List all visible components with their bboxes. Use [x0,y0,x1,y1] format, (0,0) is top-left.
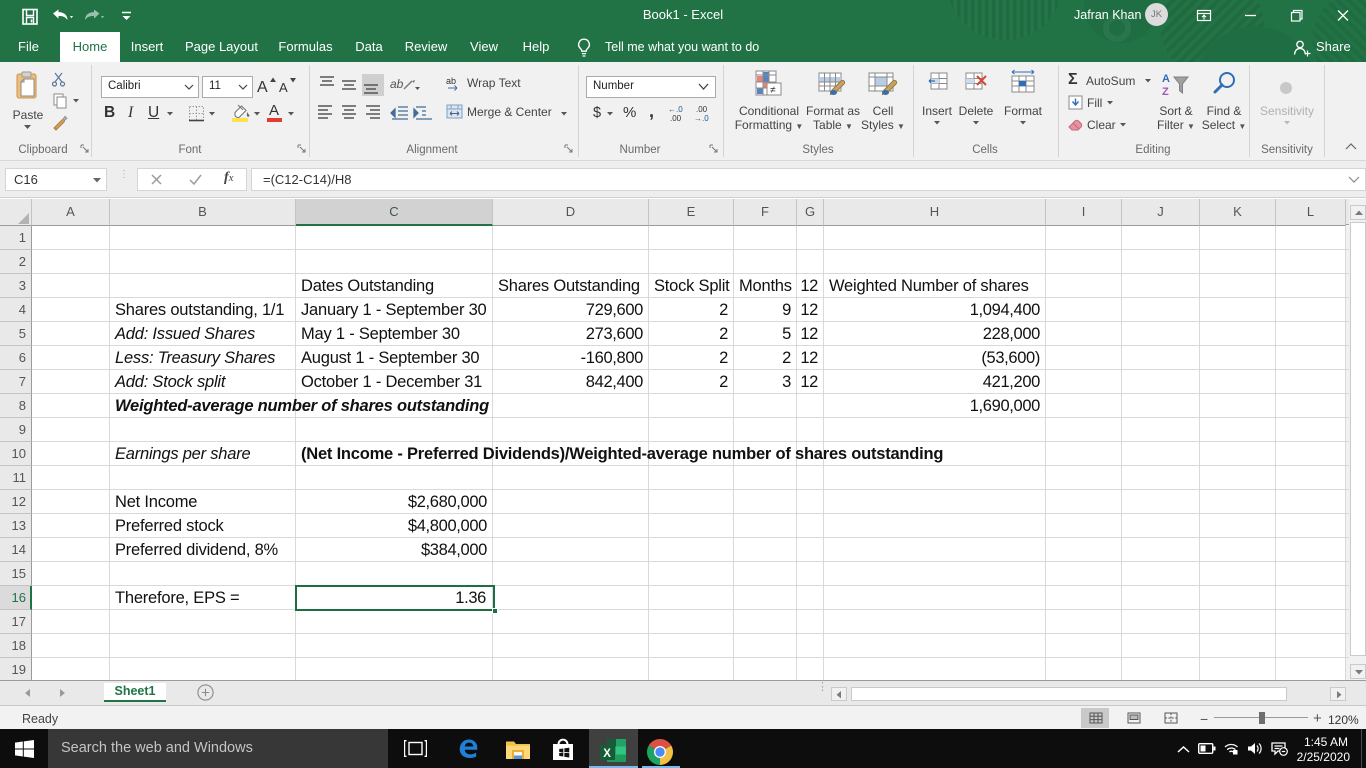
svg-text:.00: .00 [696,105,708,114]
svg-text:Z: Z [1162,86,1169,98]
svg-text:X: X [603,748,611,760]
svg-text:→.0: →.0 [694,114,709,122]
svg-text:.00: .00 [670,114,682,122]
svg-text:A: A [257,79,268,96]
svg-text:ab: ab [446,76,456,86]
svg-text:A: A [1162,73,1170,85]
svg-text:ab: ab [390,77,404,91]
svg-text:≠: ≠ [770,85,776,96]
svg-text:←.0: ←.0 [668,105,683,114]
svg-text:A: A [279,80,288,95]
